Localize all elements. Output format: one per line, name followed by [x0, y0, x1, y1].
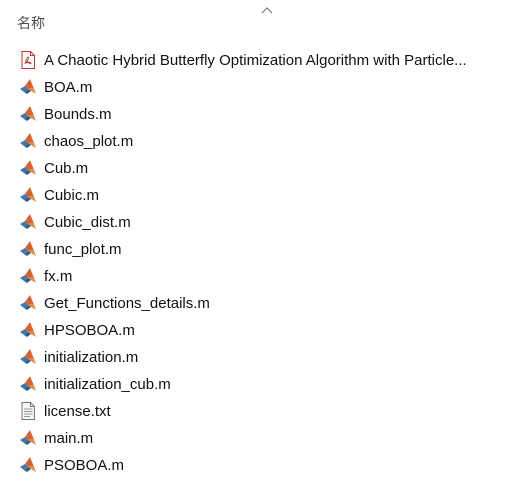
matlab-file-icon — [19, 375, 37, 393]
matlab-file-icon — [19, 186, 37, 204]
matlab-file-icon — [19, 159, 37, 177]
matlab-file-icon — [19, 348, 37, 366]
file-name: Bounds.m — [44, 106, 112, 123]
file-name: PSOBOA.m — [44, 457, 125, 474]
chevron-up-icon[interactable] — [261, 5, 273, 15]
matlab-file-icon — [19, 267, 37, 285]
pdf-file-icon — [19, 51, 37, 69]
file-row[interactable]: Cubic.m — [0, 182, 523, 209]
file-name: initialization_cub.m — [44, 376, 171, 393]
file-name: Cub.m — [44, 160, 89, 177]
text-file-icon — [19, 402, 37, 420]
file-name: license.txt — [44, 403, 111, 420]
name-column-header[interactable]: 名称 — [17, 13, 45, 33]
file-row[interactable]: fx.m — [0, 263, 523, 290]
matlab-file-icon — [19, 78, 37, 96]
file-row[interactable]: Cub.m — [0, 155, 523, 182]
file-list: A Chaotic Hybrid Butterfly Optimization … — [0, 47, 523, 479]
file-row[interactable]: BOA.m — [0, 74, 523, 101]
matlab-file-icon — [19, 213, 37, 231]
file-row[interactable]: main.m — [0, 425, 523, 452]
file-name: BOA.m — [44, 79, 93, 96]
matlab-file-icon — [19, 240, 37, 258]
file-row[interactable]: initialization.m — [0, 344, 523, 371]
file-row[interactable]: chaos_plot.m — [0, 128, 523, 155]
file-name: initialization.m — [44, 349, 139, 366]
file-name: A Chaotic Hybrid Butterfly Optimization … — [44, 52, 467, 69]
file-row[interactable]: license.txt — [0, 398, 523, 425]
file-row[interactable]: initialization_cub.m — [0, 371, 523, 398]
file-row[interactable]: PSOBOA.m — [0, 452, 523, 479]
file-row[interactable]: A Chaotic Hybrid Butterfly Optimization … — [0, 47, 523, 74]
matlab-file-icon — [19, 321, 37, 339]
file-name: Cubic_dist.m — [44, 214, 131, 231]
matlab-file-icon — [19, 429, 37, 447]
matlab-file-icon — [19, 132, 37, 150]
column-header: 名称 — [0, 0, 523, 40]
file-name: fx.m — [44, 268, 73, 285]
file-row[interactable]: Get_Functions_details.m — [0, 290, 523, 317]
file-row[interactable]: func_plot.m — [0, 236, 523, 263]
file-row[interactable]: HPSOBOA.m — [0, 317, 523, 344]
file-name: Get_Functions_details.m — [44, 295, 210, 312]
matlab-file-icon — [19, 105, 37, 123]
file-name: chaos_plot.m — [44, 133, 134, 150]
file-name: Cubic.m — [44, 187, 100, 204]
file-name: HPSOBOA.m — [44, 322, 135, 339]
matlab-file-icon — [19, 456, 37, 474]
file-row[interactable]: Bounds.m — [0, 101, 523, 128]
file-row[interactable]: Cubic_dist.m — [0, 209, 523, 236]
file-name: func_plot.m — [44, 241, 122, 258]
matlab-file-icon — [19, 294, 37, 312]
file-name: main.m — [44, 430, 94, 447]
